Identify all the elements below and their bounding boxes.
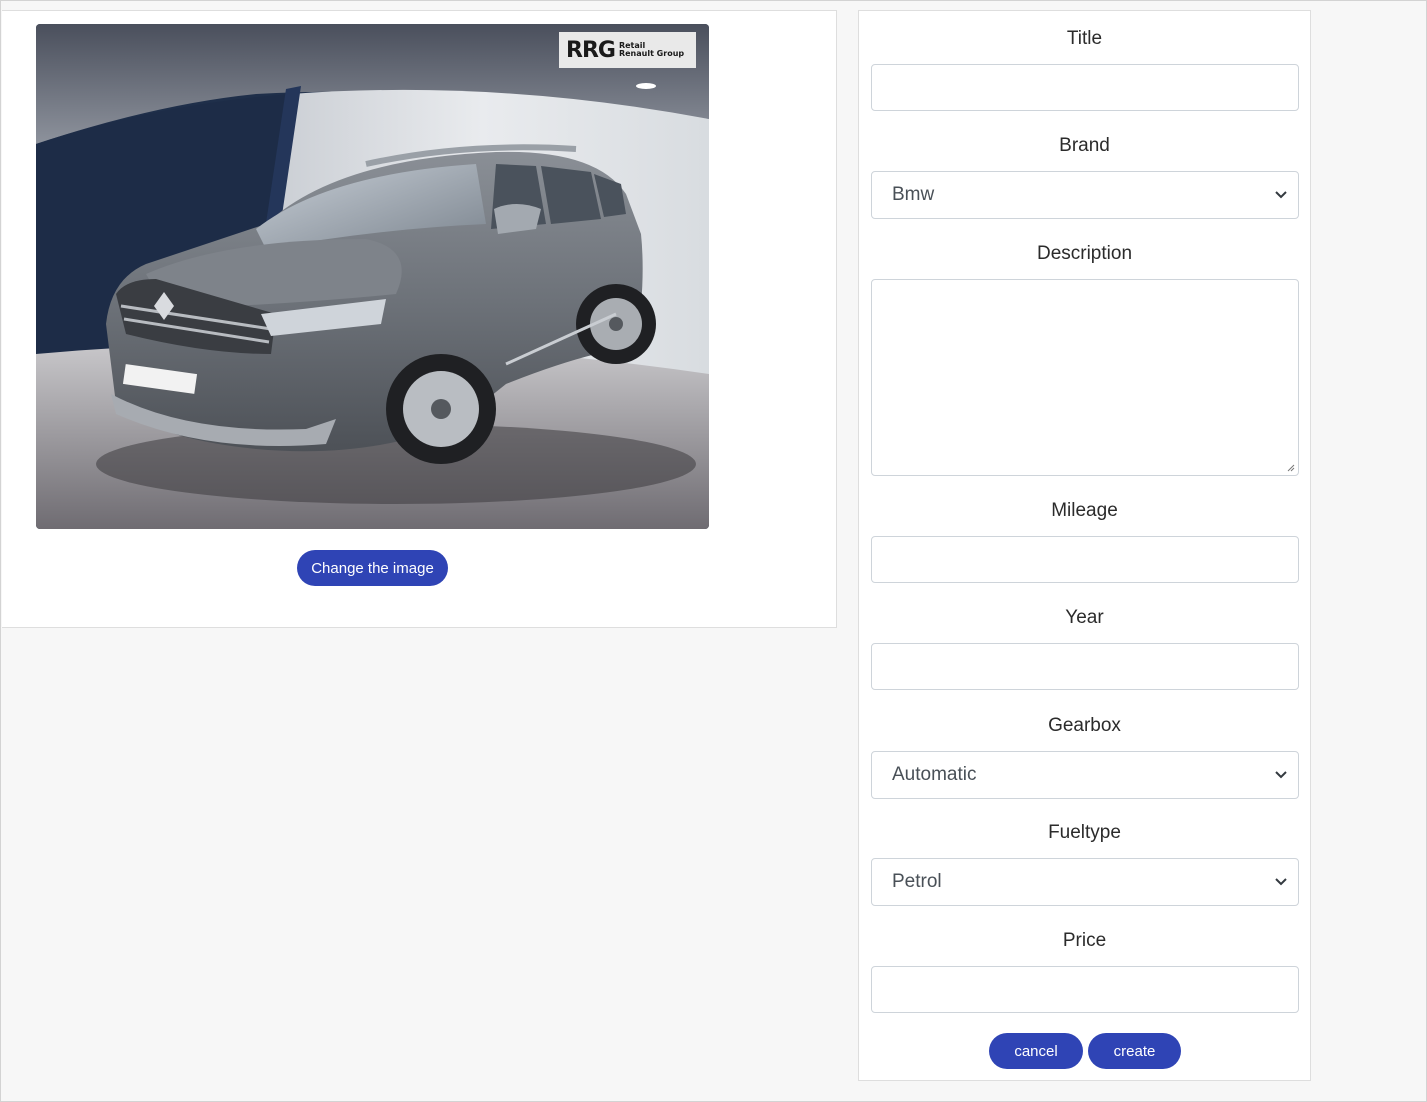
image-panel: RRG Retail Renault Group Change the imag… — [2, 10, 837, 628]
rrg-logo-text: Retail Renault Group — [619, 42, 684, 58]
page-frame: RRG Retail Renault Group Change the imag… — [0, 0, 1427, 1102]
chevron-down-icon — [1275, 191, 1287, 199]
create-listing-form: Title Brand Bmw Description Mileage Year… — [858, 10, 1311, 1081]
fueltype-label: Fueltype — [1048, 822, 1121, 843]
description-label: Description — [1036, 243, 1133, 264]
car-photo: RRG Retail Renault Group — [36, 24, 709, 529]
mileage-label: Mileage — [1051, 500, 1118, 521]
description-textarea[interactable] — [871, 279, 1299, 476]
rrg-logo-line2: Renault Group — [618, 49, 685, 58]
rrg-logo-mark: RRG — [566, 37, 616, 63]
gearbox-label: Gearbox — [1048, 715, 1121, 736]
fueltype-select[interactable]: Petrol — [871, 858, 1299, 906]
mileage-input[interactable] — [871, 536, 1299, 583]
brand-label: Brand — [1059, 135, 1110, 156]
price-input[interactable] — [871, 966, 1299, 1013]
cancel-button[interactable]: cancel — [989, 1033, 1083, 1069]
gearbox-select[interactable]: Automatic — [871, 751, 1299, 799]
brand-select-value: Bmw — [892, 184, 935, 205]
gearbox-select-value: Automatic — [892, 764, 977, 785]
year-label: Year — [1065, 607, 1104, 628]
car-photo-illustration — [36, 24, 709, 529]
create-button[interactable]: create — [1088, 1033, 1181, 1069]
year-input[interactable] — [871, 643, 1299, 690]
rrg-logo: RRG Retail Renault Group — [559, 32, 696, 68]
price-label: Price — [1062, 930, 1107, 951]
chevron-down-icon — [1275, 771, 1287, 779]
change-image-button[interactable]: Change the image — [297, 550, 448, 586]
title-input[interactable] — [871, 64, 1299, 111]
chevron-down-icon — [1275, 878, 1287, 886]
resize-grip-icon[interactable] — [1285, 462, 1295, 472]
fueltype-select-value: Petrol — [892, 871, 942, 892]
brand-select[interactable]: Bmw — [871, 171, 1299, 219]
title-label: Title — [1066, 28, 1103, 49]
